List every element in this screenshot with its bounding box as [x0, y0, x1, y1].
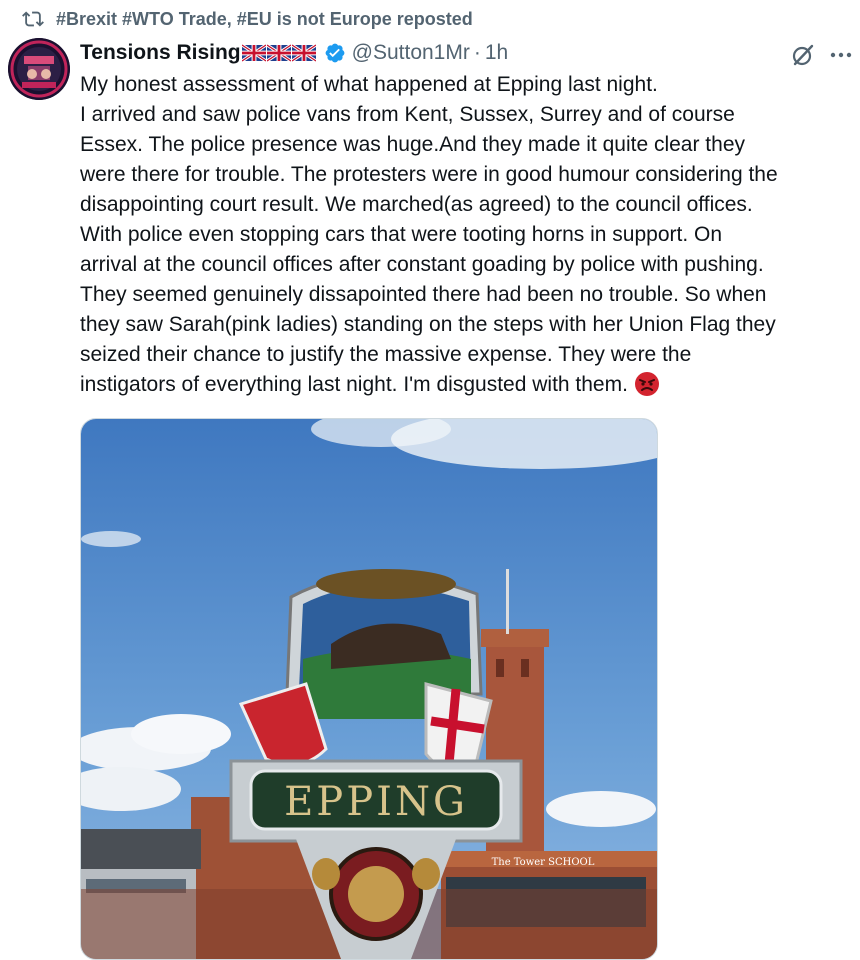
repost-label: #Brexit #WTO Trade, #EU is not Europe re…: [56, 8, 473, 29]
post-text-line: disappointing court result. We marched(a…: [80, 193, 753, 216]
post-text-line: My honest assessment of what happened at…: [80, 73, 658, 96]
post-text-line: They seemed genuinely dissapointed there…: [80, 283, 767, 306]
separator-dot: ·: [473, 41, 481, 64]
repost-icon: [22, 11, 44, 27]
post-header: Tensions Rising @Sutton1Mr · 1h: [80, 38, 508, 68]
more-options-icon[interactable]: [828, 42, 854, 68]
post-text-line: With police even stopping cars that were…: [80, 223, 723, 246]
avatar[interactable]: [8, 38, 70, 100]
author-handle[interactable]: @Sutton1Mr: [352, 41, 470, 65]
grok-icon[interactable]: [790, 42, 816, 68]
uk-flag-icon: [241, 44, 266, 62]
flag-emojis: [241, 44, 316, 62]
post-text-line: Essex. The police presence was huge.And …: [80, 133, 745, 156]
post-text-line: they saw Sarah(pink ladies) standing on …: [80, 313, 776, 336]
post-text: My honest assessment of what happened at…: [80, 70, 855, 400]
angry-face-emoji-icon: [634, 372, 659, 396]
post-text-last-line: instigators of everything last night. I'…: [80, 370, 855, 400]
post-image[interactable]: The Tower SCHOOL EPPING: [80, 418, 658, 960]
uk-flag-icon: [266, 44, 291, 62]
post-text-line: were there for trouble. The protesters w…: [80, 163, 778, 186]
epping-sign-photo: The Tower SCHOOL EPPING: [81, 419, 657, 959]
avatar-image: [8, 38, 70, 100]
school-sign: The Tower SCHOOL: [492, 857, 595, 868]
post-text-line: seized their chance to justify the massi…: [80, 343, 692, 366]
repost-header[interactable]: #Brexit #WTO Trade, #EU is not Europe re…: [22, 6, 473, 32]
post-text-line: I arrived and saw police vans from Kent,…: [80, 103, 735, 126]
verified-badge-icon: [325, 43, 345, 63]
post-time[interactable]: 1h: [485, 41, 508, 65]
post-text-line: instigators of everything last night. I'…: [80, 373, 628, 396]
epping-sign-text: EPPING: [284, 779, 468, 825]
author-name[interactable]: Tensions Rising: [80, 41, 241, 65]
post-text-line: arrival at the council offices after con…: [80, 253, 764, 276]
uk-flag-icon: [291, 44, 316, 62]
